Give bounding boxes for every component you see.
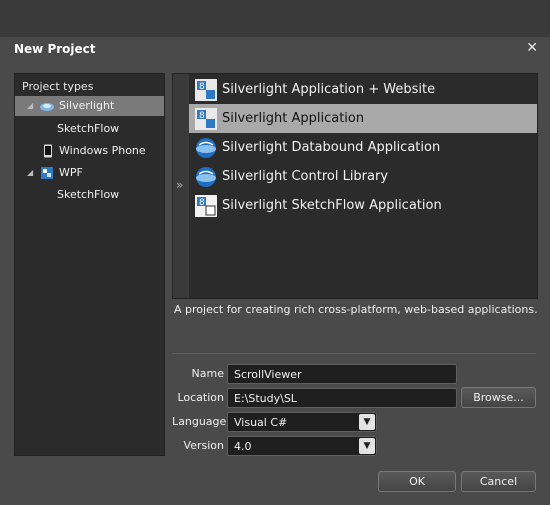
silverlight-icon	[40, 103, 54, 111]
window-top-band	[0, 0, 550, 37]
tree-item-sketchflow-wpf[interactable]: SketchFlow	[57, 185, 119, 205]
template-silverlight-app-website[interactable]: 8 Silverlight Application + Website	[189, 75, 537, 104]
template-label: Silverlight Application + Website	[222, 82, 436, 97]
silverlight-app-icon: 8	[195, 108, 217, 130]
language-select[interactable]: Visual C# ▼	[227, 412, 377, 432]
silverlight-globe-icon	[196, 138, 216, 158]
template-label: Silverlight Databound Application	[222, 140, 441, 155]
tree-item-silverlight[interactable]: ◢ Silverlight	[15, 96, 164, 116]
template-label: Silverlight SketchFlow Application	[222, 198, 442, 213]
template-silverlight-control-library[interactable]: Silverlight Control Library	[189, 162, 537, 191]
svg-text:8: 8	[199, 198, 205, 208]
template-silverlight-app[interactable]: 8 Silverlight Application	[189, 104, 537, 133]
wpf-icon	[41, 167, 53, 179]
sketchflow-app-icon: 8	[195, 195, 217, 217]
templates-gutter: »	[173, 74, 189, 298]
tree-item-label: Windows Phone	[59, 144, 146, 157]
cancel-button[interactable]: Cancel	[461, 471, 536, 492]
tree-item-windows-phone[interactable]: Windows Phone	[15, 141, 164, 161]
template-silverlight-sketchflow[interactable]: 8 Silverlight SketchFlow Application	[189, 191, 537, 220]
ok-button[interactable]: OK	[378, 471, 456, 492]
expand-triangle-icon[interactable]: ◢	[27, 96, 33, 116]
phone-icon	[44, 144, 52, 158]
tree-item-label: SketchFlow	[57, 122, 120, 135]
template-label: Silverlight Application	[222, 111, 365, 126]
version-label: Version	[183, 439, 224, 452]
svg-text:8: 8	[199, 111, 205, 121]
tree-item-sketchflow-silverlight[interactable]: SketchFlow	[57, 119, 119, 139]
language-value: Visual C#	[234, 416, 288, 429]
project-types-header: Project types	[22, 80, 94, 93]
dialog-title: New Project	[14, 42, 96, 56]
template-description: A project for creating rich cross-platfo…	[174, 303, 538, 316]
browse-button[interactable]: Browse...	[461, 387, 536, 408]
language-label: Language	[172, 415, 227, 428]
tree-item-wpf[interactable]: ◢ WPF	[15, 163, 164, 183]
new-project-dialog: New Project ✕ Project types ◢ Silverligh…	[0, 37, 550, 505]
chevron-down-icon[interactable]: ▼	[359, 438, 375, 454]
location-label: Location	[177, 391, 224, 404]
template-silverlight-databound[interactable]: Silverlight Databound Application	[189, 133, 537, 162]
tree-item-label: Silverlight	[59, 99, 115, 112]
version-select[interactable]: 4.0 ▼	[227, 436, 377, 456]
location-input[interactable]: E:\Study\SL	[227, 388, 457, 408]
template-label: Silverlight Control Library	[222, 169, 389, 184]
silverlight-globe-icon	[196, 167, 216, 187]
project-types-panel: Project types ◢ Silverlight SketchFlow W…	[14, 73, 165, 456]
expand-triangle-icon[interactable]: ◢	[27, 163, 33, 183]
divider	[172, 353, 536, 354]
double-chevron-right-icon[interactable]: »	[176, 178, 183, 192]
tree-item-label: SketchFlow	[57, 188, 120, 201]
svg-text:8: 8	[199, 82, 205, 92]
version-value: 4.0	[234, 440, 252, 453]
name-input[interactable]: ScrollViewer	[227, 364, 457, 384]
templates-panel: » 8 Silverlight Application + Website 8 …	[172, 73, 538, 299]
chevron-down-icon[interactable]: ▼	[359, 414, 375, 430]
name-label: Name	[191, 367, 224, 380]
tree-item-label: WPF	[59, 166, 83, 179]
silverlight-app-icon: 8	[195, 79, 217, 101]
close-icon[interactable]: ✕	[526, 40, 538, 56]
